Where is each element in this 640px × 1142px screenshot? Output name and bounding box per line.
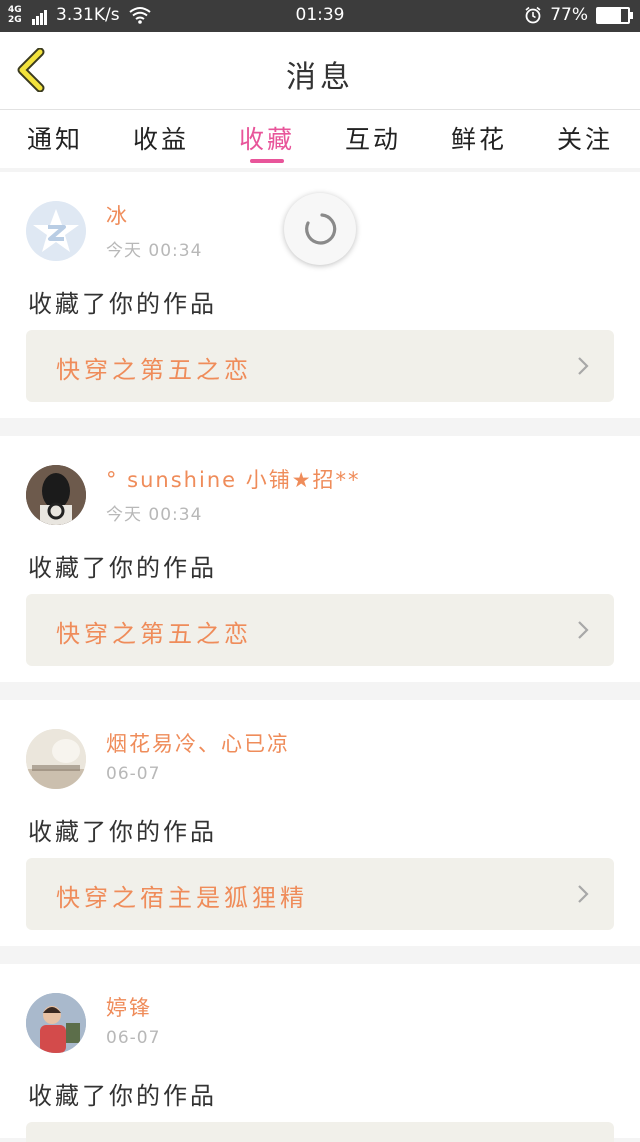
user-avatar[interactable] <box>26 729 86 789</box>
work-link[interactable]: 快穿之第五之恋 <box>26 330 614 402</box>
chevron-right-icon <box>578 885 589 903</box>
portrait-icon <box>26 465 86 525</box>
chevron-right-icon <box>578 357 589 375</box>
user-name[interactable]: ° sunshine 小铺★招** <box>106 464 361 494</box>
qzone-star-icon <box>26 201 86 261</box>
tab-bar: 通知 收益 收藏 互动 鲜花 关注 <box>0 110 640 168</box>
work-link[interactable] <box>26 1122 614 1142</box>
tab-flowers[interactable]: 鲜花 <box>426 120 532 156</box>
work-title: 快穿之第五之恋 <box>56 356 252 384</box>
alarm-icon <box>525 6 541 24</box>
battery-level <box>598 8 622 22</box>
work-link[interactable]: 快穿之第五之恋 <box>26 594 614 666</box>
message-time: 06-07 <box>106 1028 161 1048</box>
active-tab-indicator <box>250 159 284 163</box>
battery-percent: 77% <box>550 5 588 25</box>
work-title: 快穿之宿主是狐狸精 <box>56 884 308 912</box>
user-avatar[interactable] <box>26 465 86 525</box>
child-photo-icon <box>26 993 86 1053</box>
message-text: 收藏了你的作品 <box>28 818 217 846</box>
user-name[interactable]: 烟花易冷、心已凉 <box>106 728 290 758</box>
tab-following[interactable]: 关注 <box>532 120 638 156</box>
user-name[interactable]: 冰 <box>106 200 129 230</box>
work-link[interactable]: 快穿之宿主是狐狸精 <box>26 858 614 930</box>
photo-avatar-icon <box>26 729 86 789</box>
user-avatar[interactable] <box>26 993 86 1053</box>
tab-notification[interactable]: 通知 <box>2 120 108 156</box>
nav-bar: 消息 <box>0 32 640 110</box>
tab-earnings[interactable]: 收益 <box>108 120 214 156</box>
work-title: 快穿之第五之恋 <box>56 620 252 648</box>
message-time: 今天 00:34 <box>106 505 203 525</box>
battery-icon <box>596 6 633 24</box>
user-name[interactable]: 婷锋 <box>106 992 152 1022</box>
message-card[interactable]: 烟花易冷、心已凉 06-07 收藏了你的作品 快穿之宿主是狐狸精 <box>0 700 640 946</box>
message-card[interactable]: 婷锋 06-07 收藏了你的作品 <box>0 964 640 1142</box>
user-avatar[interactable] <box>26 201 86 261</box>
message-text: 收藏了你的作品 <box>28 1082 217 1110</box>
tab-interaction[interactable]: 互动 <box>320 120 426 156</box>
refresh-icon <box>305 213 337 245</box>
message-text: 收藏了你的作品 <box>28 290 217 318</box>
message-card[interactable]: ° sunshine 小铺★招** 今天 00:34 收藏了你的作品 快穿之第五… <box>0 436 640 682</box>
chevron-right-icon <box>578 621 589 639</box>
message-time: 06-07 <box>106 764 161 784</box>
page-title: 消息 <box>286 60 354 95</box>
loading-spinner <box>284 193 356 265</box>
message-text: 收藏了你的作品 <box>28 554 217 582</box>
tab-favorites[interactable]: 收藏 <box>214 120 320 156</box>
status-bar: 4G 2G 3.31K/s 01:39 77% <box>0 0 640 32</box>
message-time: 今天 00:34 <box>106 241 203 261</box>
